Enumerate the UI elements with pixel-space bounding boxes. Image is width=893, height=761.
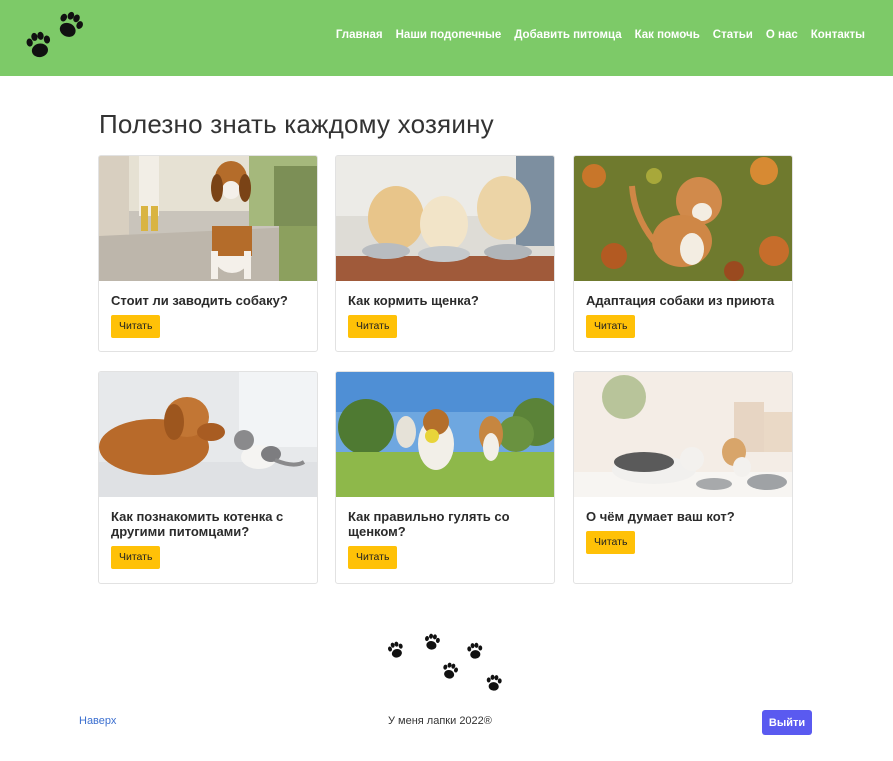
kittens-eating-photo[interactable] — [574, 372, 792, 497]
main-nav: Главная Наши подопечные Добавить питомца… — [336, 29, 865, 41]
logout-button[interactable]: Выйти — [762, 710, 812, 735]
article-title: О чём думает ваш кот? — [586, 509, 735, 524]
article-card: Как познакомить котенка с другими питомц… — [98, 371, 318, 584]
article-title: Как познакомить котенка с другими питомц… — [111, 509, 284, 539]
article-card: Как правильно гулять со щенком? Читать — [335, 371, 555, 584]
article-card: Адаптация собаки из приюта Читать — [573, 155, 793, 352]
dog-and-kitten-photo[interactable] — [99, 372, 317, 497]
article-title: Стоит ли заводить собаку? — [111, 293, 288, 308]
article-card: О чём думает ваш кот? Читать — [573, 371, 793, 584]
read-button[interactable]: Читать — [348, 546, 398, 569]
read-button[interactable]: Читать — [111, 315, 161, 338]
read-button[interactable]: Читать — [586, 315, 636, 338]
article-title: Как правильно гулять со щенком? — [348, 509, 510, 539]
puppies-eating-photo[interactable] — [336, 156, 554, 281]
puppy-in-leaves-photo[interactable] — [574, 156, 792, 281]
nav-link-add-pet[interactable]: Добавить питомца — [514, 29, 621, 41]
back-to-top-link[interactable]: Наверх — [79, 715, 116, 727]
nav-link-how-to-help[interactable]: Как помочь — [635, 29, 700, 41]
nav-link-about[interactable]: О нас — [766, 29, 798, 41]
read-button[interactable]: Читать — [348, 315, 398, 338]
article-card: Стоит ли заводить собаку? Читать — [98, 155, 318, 352]
beagle-on-leash-photo[interactable] — [99, 156, 317, 281]
nav-link-articles[interactable]: Статьи — [713, 29, 753, 41]
read-button[interactable]: Читать — [111, 546, 161, 569]
article-title: Адаптация собаки из приюта — [586, 293, 775, 308]
beagles-running-photo[interactable] — [336, 372, 554, 497]
article-card: Как кормить щенка? Читать — [335, 155, 555, 352]
nav-link-home[interactable]: Главная — [336, 29, 383, 41]
paw-prints-logo-icon[interactable] — [22, 8, 88, 64]
nav-link-contacts[interactable]: Контакты — [811, 29, 865, 41]
article-title: Как кормить щенка? — [348, 293, 479, 308]
page-title: Полезно знать каждому хозяину — [99, 109, 494, 139]
copyright-text: У меня лапки 2022® — [388, 715, 492, 727]
paw-prints-trail-icon — [386, 632, 503, 692]
navbar: Главная Наши подопечные Добавить питомца… — [0, 0, 893, 76]
read-button[interactable]: Читать — [586, 531, 636, 554]
nav-link-pets[interactable]: Наши подопечные — [396, 29, 502, 41]
